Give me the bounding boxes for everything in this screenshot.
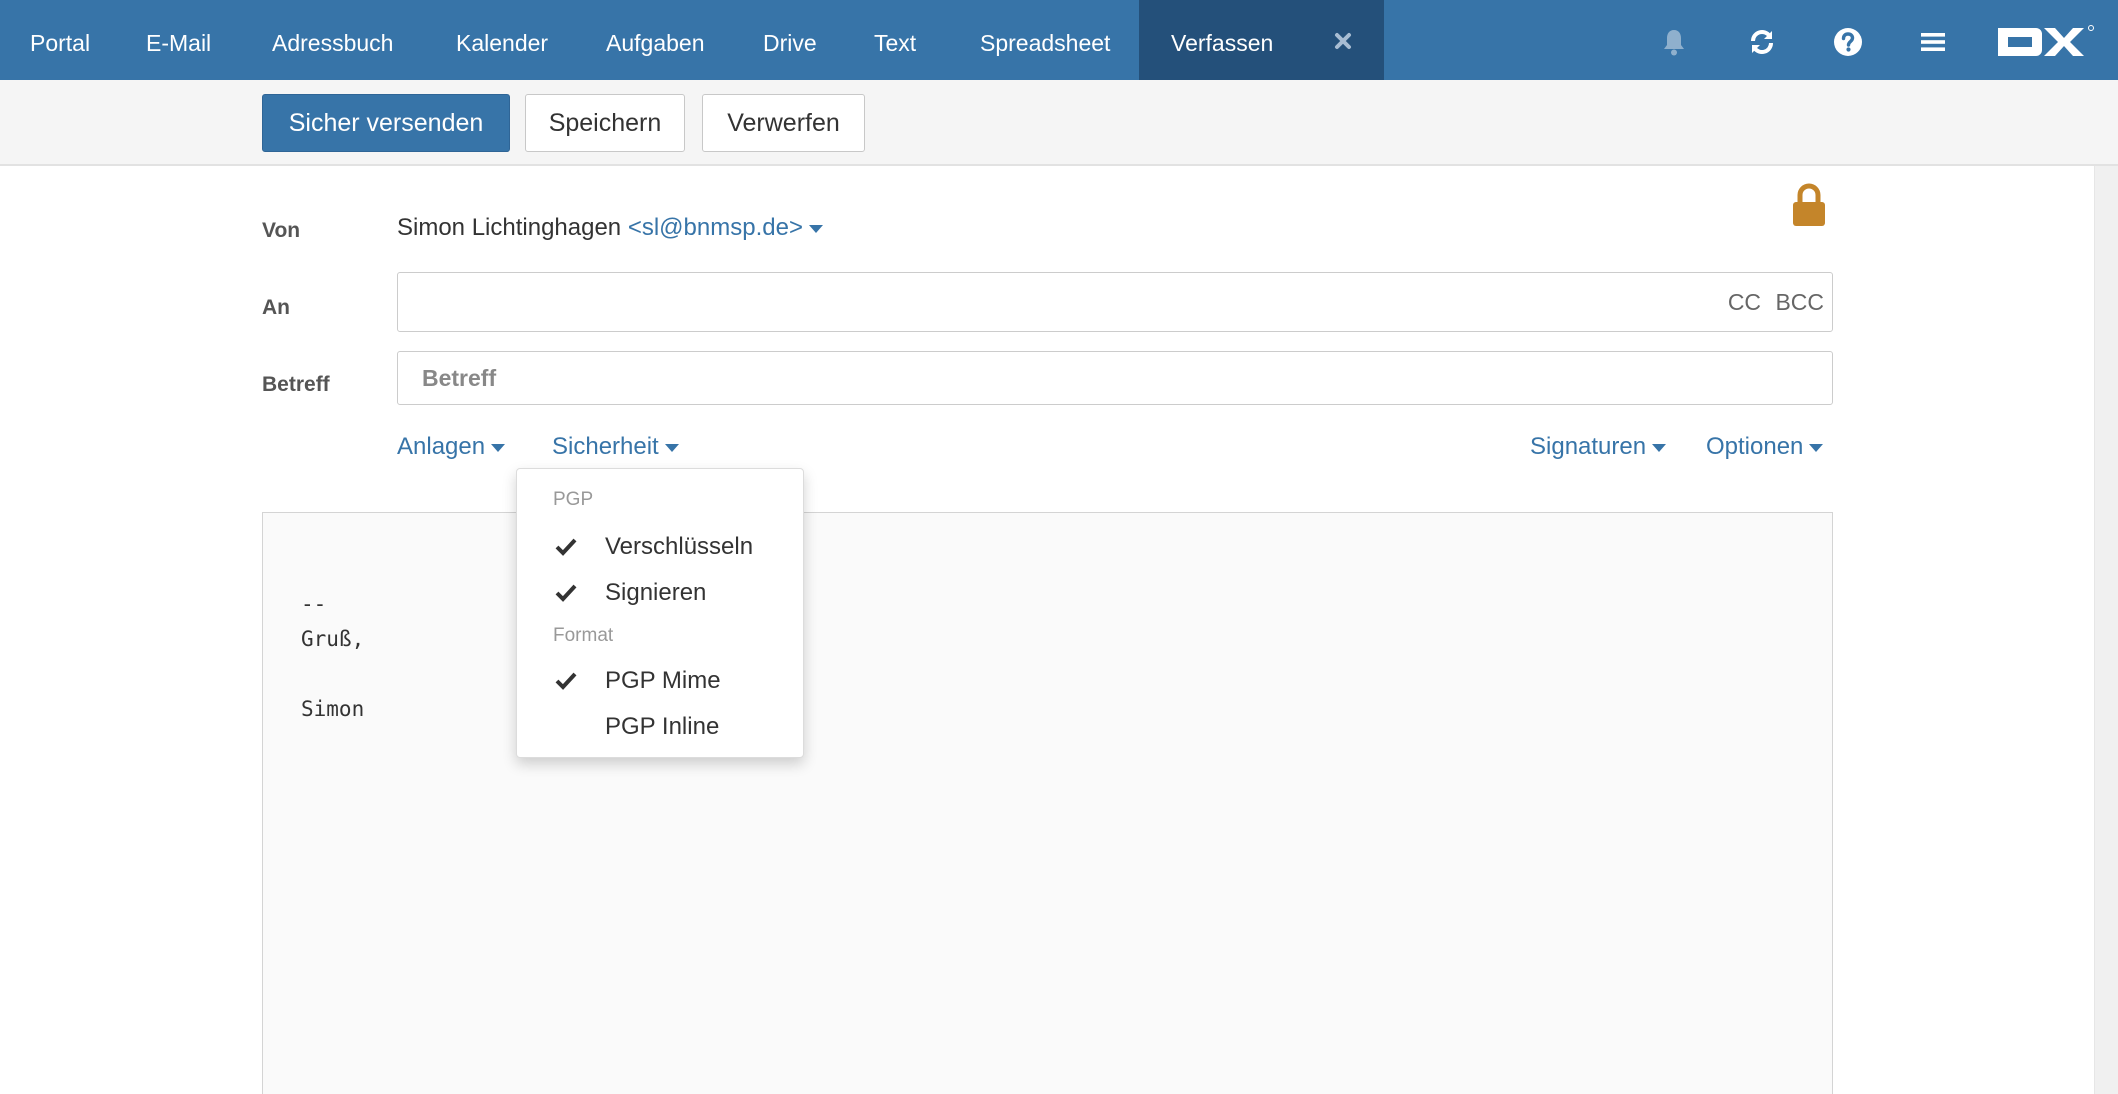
- menu-item-pgp-inline[interactable]: PGP Inline: [517, 705, 803, 749]
- caret-down-icon: [491, 443, 506, 452]
- security-label: Sicherheit: [552, 433, 659, 460]
- check-icon: [555, 583, 577, 603]
- caret-down-icon: [664, 443, 679, 452]
- compose-tab-label: Verfassen: [1171, 30, 1274, 56]
- to-input[interactable]: [398, 273, 1698, 331]
- bell-icon[interactable]: [1658, 26, 1690, 58]
- app-tab-spreadsheet[interactable]: Spreadsheet: [980, 0, 1110, 80]
- subject-field: [397, 351, 1833, 405]
- message-editor[interactable]: -- Gruß, Simon: [262, 512, 1833, 1094]
- menu-item-sign-label: Signieren: [605, 579, 707, 606]
- app-tab-address-book[interactable]: Adressbuch: [272, 0, 393, 80]
- bcc-toggle[interactable]: BCC: [1775, 289, 1824, 315]
- from-name: Simon Lichtinghagen: [397, 214, 622, 241]
- discard-button[interactable]: Verwerfen: [702, 94, 865, 152]
- menu-item-encrypt[interactable]: Verschlüsseln: [517, 525, 803, 569]
- app-tab-tasks[interactable]: Aufgaben: [606, 0, 704, 80]
- top-bar: Portal E-Mail Adressbuch Kalender Aufgab…: [0, 0, 2118, 80]
- subject-label: Betreff: [262, 373, 330, 396]
- body-line: Simon: [301, 697, 365, 721]
- compose-toolbar: Sicher versenden Speichern Verwerfen: [0, 80, 2118, 166]
- app-tab-text[interactable]: Text: [874, 0, 916, 80]
- scrollbar[interactable]: [2094, 166, 2118, 1094]
- subject-input[interactable]: [398, 352, 1832, 404]
- from-selector[interactable]: Simon Lichtinghagen <sl@bnmsp.de>: [397, 214, 823, 242]
- menu-item-pgp-inline-label: PGP Inline: [605, 713, 720, 740]
- menu-item-sign[interactable]: Signieren: [517, 571, 803, 615]
- caret-down-icon: [808, 224, 823, 233]
- from-email: <sl@bnmsp.de>: [627, 214, 803, 241]
- app-tab-email[interactable]: E-Mail: [146, 0, 211, 80]
- lock-icon[interactable]: [1792, 182, 1826, 228]
- security-dropdown[interactable]: Sicherheit: [552, 433, 679, 461]
- to-field: CC BCC: [397, 272, 1833, 332]
- check-icon: [555, 671, 577, 691]
- body-line: --: [301, 592, 327, 616]
- format-header: Format: [553, 625, 614, 646]
- ox-logo: [1996, 22, 2096, 62]
- signatures-label: Signaturen: [1530, 433, 1647, 460]
- pgp-header: PGP: [553, 489, 594, 510]
- body-line: [301, 657, 364, 692]
- send-securely-button[interactable]: Sicher versenden: [262, 94, 510, 152]
- attachments-dropdown[interactable]: Anlagen: [397, 433, 506, 461]
- cc-bcc-toggles: CC BCC: [1720, 273, 1824, 331]
- signatures-dropdown[interactable]: Signaturen: [1530, 433, 1667, 461]
- body-line: Gruß,: [301, 627, 365, 651]
- to-label: An: [262, 296, 290, 319]
- from-label: Von: [262, 219, 301, 242]
- attachments-label: Anlagen: [397, 433, 486, 460]
- caret-down-icon: [1809, 443, 1824, 452]
- caret-down-icon: [1652, 443, 1667, 452]
- close-icon[interactable]: [1331, 29, 1355, 53]
- app-tab-portal[interactable]: Portal: [30, 0, 90, 80]
- cc-toggle[interactable]: CC: [1728, 289, 1761, 315]
- menu-icon[interactable]: [1917, 26, 1949, 58]
- app-tab-calendar[interactable]: Kalender: [456, 0, 548, 80]
- app-tab-drive[interactable]: Drive: [763, 0, 817, 80]
- options-dropdown[interactable]: Optionen: [1706, 433, 1824, 461]
- check-icon: [555, 537, 577, 557]
- menu-item-encrypt-label: Verschlüsseln: [605, 533, 754, 560]
- menu-item-pgp-mime-label: PGP Mime: [605, 667, 721, 694]
- save-button[interactable]: Speichern: [525, 94, 685, 152]
- app-tab-compose[interactable]: Verfassen: [1139, 0, 1384, 80]
- options-label: Optionen: [1706, 433, 1804, 460]
- menu-item-pgp-mime[interactable]: PGP Mime: [517, 659, 803, 703]
- refresh-icon[interactable]: [1746, 26, 1778, 58]
- message-body[interactable]: -- Gruß, Simon: [301, 587, 364, 727]
- security-menu: PGP Verschlüsseln Signieren Format PGP M…: [516, 468, 804, 758]
- help-icon[interactable]: [1832, 26, 1864, 58]
